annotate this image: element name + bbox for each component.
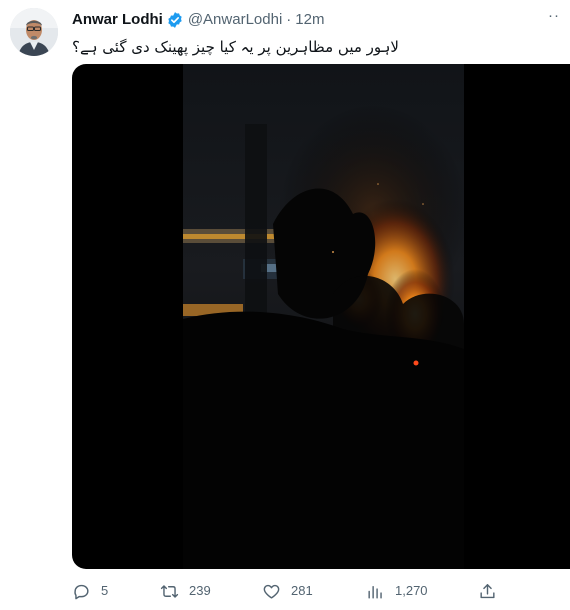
share-icon — [480, 583, 495, 598]
tweet-video[interactable] — [72, 64, 570, 569]
tweet-timestamp[interactable]: 12m — [295, 10, 324, 30]
retweet-count: 239 — [189, 583, 211, 598]
reply-button[interactable]: 5 — [72, 580, 108, 602]
analytics-icon — [368, 585, 382, 599]
heart-icon — [263, 584, 280, 599]
author-display-name[interactable]: Anwar Lodhi — [72, 10, 163, 30]
view-count: 1,270 — [395, 583, 428, 598]
tweet-text: لاہور میں مظاہرین پر یہ کیا چیز پھینک دی… — [72, 38, 399, 56]
retweet-icon — [160, 584, 179, 598]
avatar[interactable] — [10, 8, 58, 56]
verified-badge-icon — [166, 11, 184, 29]
like-count: 281 — [291, 583, 313, 598]
reply-icon — [74, 584, 89, 599]
separator-dot: · — [286, 11, 292, 28]
tweet[interactable]: Anwar Lodhi @AnwarLodhi · 12m ·· لاہور م… — [0, 0, 570, 610]
reply-count: 5 — [101, 583, 109, 598]
video-frame — [183, 64, 464, 569]
tweet-header: Anwar Lodhi @AnwarLodhi · 12m — [72, 10, 324, 30]
retweet-button[interactable]: 239 — [160, 580, 211, 602]
more-options-icon[interactable]: ·· — [548, 6, 570, 26]
share-button[interactable] — [478, 580, 497, 602]
author-handle[interactable]: @AnwarLodhi — [188, 10, 282, 30]
views-button[interactable]: 1,270 — [366, 580, 428, 602]
like-button[interactable]: 281 — [262, 580, 313, 602]
